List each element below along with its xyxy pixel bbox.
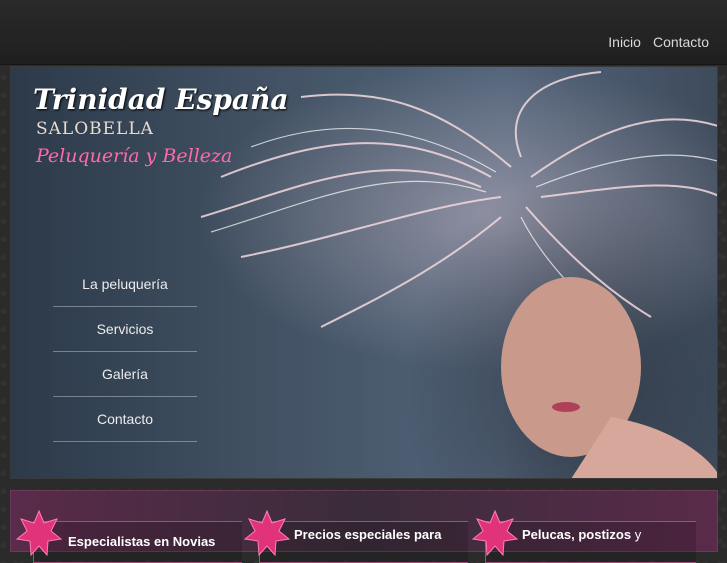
brand-tagline: Peluquería y Belleza — [36, 145, 233, 167]
side-nav: La peluquería Servicios Galería Contacto — [53, 262, 197, 442]
hero-banner: Trinidad España SALOBELLA Peluquería y B… — [10, 66, 718, 479]
feature-label-novias: Especialistas en Novias — [68, 534, 216, 549]
feature-label-precios: Precios especiales para — [294, 527, 442, 542]
brand-title: Trinidad España — [33, 83, 289, 116]
side-nav-galeria[interactable]: Galería — [53, 352, 197, 397]
star-badge-icon — [243, 509, 291, 557]
star-badge-icon — [471, 509, 519, 557]
feature-strip: Especialistas en Novias Precios especial… — [10, 490, 718, 563]
feature-label-pelucas: Pelucas, postizos y — [522, 527, 642, 542]
top-nav-inicio[interactable]: Inicio — [608, 34, 641, 50]
side-nav-la-peluqueria[interactable]: La peluquería — [53, 262, 197, 307]
top-nav-contacto[interactable]: Contacto — [653, 34, 709, 50]
top-bar: Inicio Contacto — [0, 0, 727, 65]
brand-subtitle: SALOBELLA — [36, 119, 154, 139]
top-nav: Inicio Contacto — [608, 34, 709, 50]
model-figure — [501, 277, 717, 478]
side-nav-contacto[interactable]: Contacto — [53, 397, 197, 442]
feature-box-novias[interactable]: Especialistas en Novias — [33, 521, 242, 563]
star-badge-icon — [15, 509, 63, 557]
side-nav-servicios[interactable]: Servicios — [53, 307, 197, 352]
